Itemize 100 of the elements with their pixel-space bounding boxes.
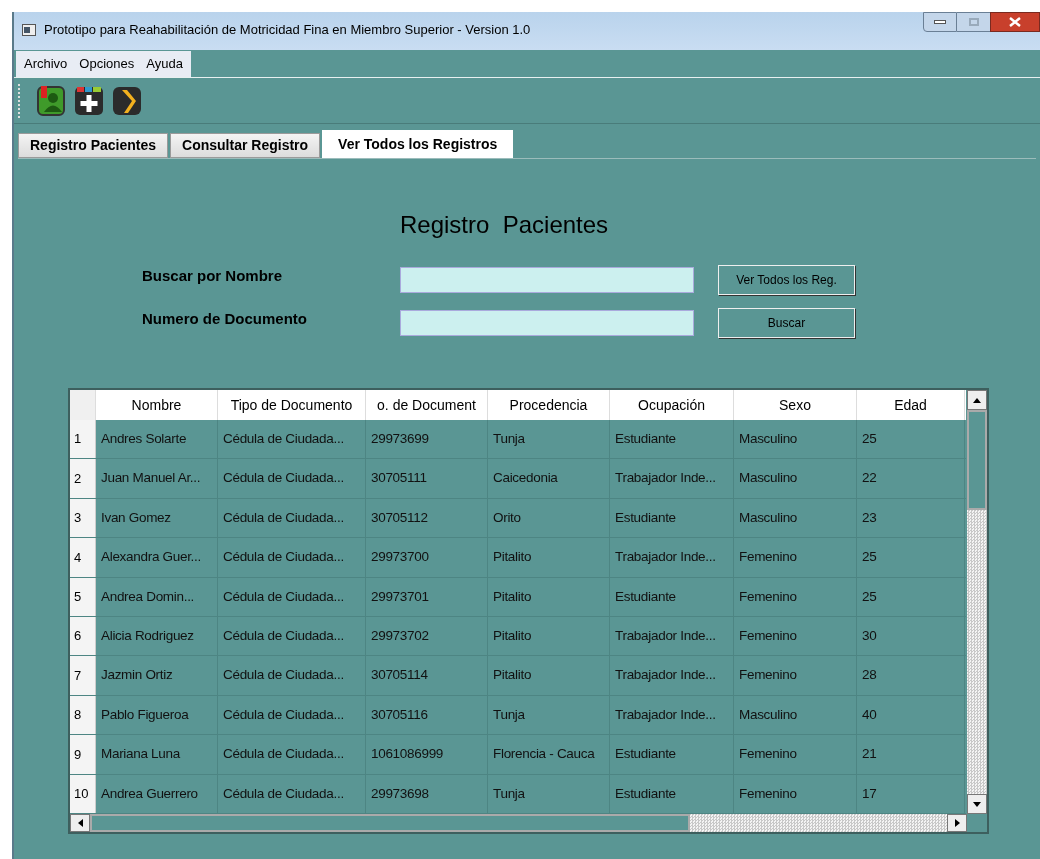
table-cell: Cédula de Ciudada... — [218, 695, 366, 735]
table-cell: Estudiante — [610, 735, 734, 774]
column-header[interactable]: Ocupación — [610, 390, 734, 420]
table-cell: Andres Solarte — [96, 420, 218, 459]
table-cell: 1061086999 — [366, 735, 488, 774]
form-button[interactable]: Ver Todos los Reg. — [718, 265, 855, 295]
table-cell: 29973701 — [366, 577, 488, 616]
table-cell: Andrea Domin... — [96, 577, 218, 616]
add-icon[interactable] — [74, 84, 104, 117]
column-header[interactable]: o. de Document — [366, 390, 488, 420]
table-cell: Estudiante — [610, 577, 734, 616]
field-label: Numero de Documento — [142, 308, 308, 329]
input-field[interactable] — [400, 310, 694, 336]
table-cell: Mariana Luna — [96, 735, 218, 774]
menu-item[interactable]: Opciones — [79, 53, 135, 74]
right-arrow-icon[interactable] — [954, 819, 960, 827]
left-arrow-icon[interactable] — [77, 819, 83, 827]
row-number: 3 — [70, 498, 96, 538]
table-cell: Masculino — [734, 420, 857, 459]
menu-item[interactable]: Ayuda — [146, 53, 183, 74]
table-cell: Cédula de Ciudada... — [218, 616, 366, 656]
column-header[interactable]: Sexo — [734, 390, 857, 420]
table-cell: Trabajador Inde... — [610, 616, 734, 656]
table-cell: 30705111 — [366, 459, 488, 498]
table-cell: Masculino — [734, 695, 857, 735]
scrollbar-thumb[interactable] — [967, 410, 987, 510]
row-number: 7 — [70, 656, 96, 695]
table-cell: 30 — [857, 616, 965, 656]
table-cell: Jazmin Ortiz — [96, 656, 218, 695]
table-cell: Tunja — [488, 695, 610, 735]
table-cell: Pitalito — [488, 616, 610, 656]
table-cell: 40 — [857, 695, 965, 735]
table-cell: Femenino — [734, 616, 857, 656]
form-button[interactable]: Buscar — [718, 308, 855, 338]
row-number: 6 — [70, 616, 96, 656]
window-title: Prototipo para Reahabilitación de Motricidad Fina en Miembro Superior - Version 1.0 — [44, 21, 531, 39]
table-cell: Femenino — [734, 538, 857, 577]
table-cell: Alicia Rodriguez — [96, 616, 218, 656]
table-cell: Tunja — [488, 420, 610, 459]
table-cell: Estudiante — [610, 498, 734, 538]
table-cell: Pitalito — [488, 656, 610, 695]
row-number: 4 — [70, 538, 96, 577]
column-header[interactable]: Edad — [857, 390, 965, 420]
row-number: 8 — [70, 695, 96, 735]
table-cell: Femenino — [734, 577, 857, 616]
column-header[interactable]: Tipo de Documento — [218, 390, 366, 420]
down-arrow-icon[interactable] — [973, 801, 981, 807]
table-cell: Cédula de Ciudada... — [218, 420, 366, 459]
input-field[interactable] — [400, 267, 694, 293]
table-cell: Masculino — [734, 459, 857, 498]
table-cell: 23 — [857, 498, 965, 538]
table-cell: Cédula de Ciudada... — [218, 774, 366, 813]
table-cell: Andrea Guerrero — [96, 774, 218, 813]
table-cell: Cédula de Ciudada... — [218, 538, 366, 577]
table-cell: Trabajador Inde... — [610, 656, 734, 695]
table-cell: Estudiante — [610, 774, 734, 813]
maximize-icon — [968, 18, 979, 26]
table-cell: 29973699 — [366, 420, 488, 459]
table-cell: Cédula de Ciudada... — [218, 735, 366, 774]
row-number: 1 — [70, 420, 96, 459]
table-cell: Femenino — [734, 656, 857, 695]
chevron-right-icon[interactable] — [112, 84, 142, 117]
minimize-button[interactable] — [923, 12, 957, 32]
table-cell: Caicedonia — [488, 459, 610, 498]
table-cell: 25 — [857, 420, 965, 459]
vertical-scrollbar[interactable] — [967, 390, 987, 814]
table-cell: 29973702 — [366, 616, 488, 656]
table-cell: Ivan Gomez — [96, 498, 218, 538]
horizontal-scrollbar[interactable] — [70, 814, 967, 832]
table-cell: 29973700 — [366, 538, 488, 577]
up-arrow-icon[interactable] — [973, 397, 981, 403]
column-header[interactable]: Procedencia — [488, 390, 610, 420]
table-cell: Femenino — [734, 735, 857, 774]
table-cell: Juan Manuel Ar... — [96, 459, 218, 498]
tab[interactable]: Ver Todos los Registros — [322, 130, 514, 158]
scrollbar-thumb[interactable] — [90, 814, 690, 832]
table-cell: Cédula de Ciudada... — [218, 577, 366, 616]
table-cell: Trabajador Inde... — [610, 538, 734, 577]
table-cell: 29973698 — [366, 774, 488, 813]
table-cell: 22 — [857, 459, 965, 498]
table-cell: Cédula de Ciudada... — [218, 656, 366, 695]
table-cell: Trabajador Inde... — [610, 459, 734, 498]
row-number: 2 — [70, 459, 96, 498]
close-icon — [1009, 17, 1021, 27]
table-cell: Pitalito — [488, 538, 610, 577]
menu-item[interactable]: Archivo — [24, 53, 68, 74]
table-cell: Masculino — [734, 498, 857, 538]
table-cell: Tunja — [488, 774, 610, 813]
table-cell: 30705112 — [366, 498, 488, 538]
tab[interactable]: Consultar Registro — [170, 133, 321, 158]
close-button[interactable] — [990, 12, 1040, 32]
contact-book-icon[interactable] — [36, 84, 66, 117]
table-cell: Orito — [488, 498, 610, 538]
row-number: 10 — [70, 774, 96, 813]
table-cell: 30705116 — [366, 695, 488, 735]
column-header[interactable]: Nombre — [96, 390, 218, 420]
minimize-icon — [934, 20, 946, 24]
app-icon — [22, 23, 36, 36]
table-cell: Pitalito — [488, 577, 610, 616]
tab[interactable]: Registro Pacientes — [18, 133, 169, 158]
